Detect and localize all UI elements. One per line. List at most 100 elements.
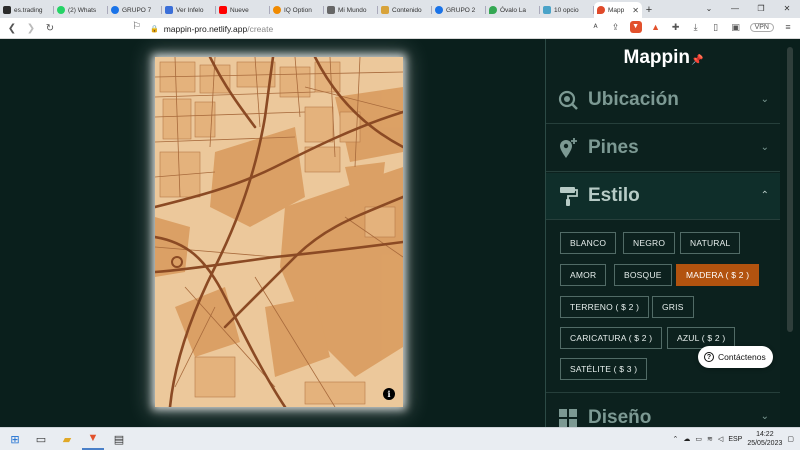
window-controls: ⌄ — ❐ ✕ [696, 0, 800, 16]
style-option-terreno[interactable]: TERRENO ( $ 2 ) [560, 296, 650, 318]
style-option-satelite[interactable]: SATÉLITE ( $ 3 ) [560, 358, 648, 380]
style-option-negro[interactable]: NEGRO [623, 232, 676, 254]
clock-date: 25/05/2023 [747, 440, 783, 447]
browser-tab[interactable]: Nueve [216, 2, 270, 18]
browser-tab[interactable]: IQ Option [270, 2, 324, 18]
share-icon[interactable]: ⇪ [610, 22, 622, 33]
url-host: mappin-pro.netlify.app [163, 23, 248, 34]
translate-icon[interactable]: ᴬ [590, 22, 602, 32]
chevron-down-icon: ⌄ [760, 142, 769, 153]
back-icon[interactable]: ❮ [5, 21, 19, 35]
app-logo: Mappin📌 [546, 47, 781, 69]
app-window-icon[interactable]: ▤ [108, 428, 130, 450]
browser-tab[interactable]: 10 opcio [540, 2, 594, 18]
url-field[interactable]: 🔒 mappin-pro.netlify.app/create [150, 21, 550, 36]
browser-tab[interactable]: Mi Mundo [324, 2, 378, 18]
clock-time: 14:22 [756, 431, 774, 438]
browser-tab[interactable]: Contenido [378, 2, 432, 18]
section-label: Ubicación [588, 89, 679, 110]
vpn-button[interactable]: VPN [749, 22, 774, 32]
display-icon[interactable]: ▭ [695, 435, 702, 443]
cloud-icon[interactable]: ☁ [683, 435, 690, 443]
tab-label: (2) Whats [68, 6, 97, 14]
section-label: Diseño [588, 406, 652, 428]
browser-tab[interactable]: (2) Whats [54, 2, 108, 18]
wifi-icon[interactable]: ≋ [707, 435, 713, 443]
map-illustration [155, 57, 403, 407]
extensions-icon[interactable]: ✚ [670, 22, 682, 33]
menu-icon[interactable]: ≡ [782, 22, 794, 32]
task-view-icon[interactable]: ▭ [30, 428, 52, 450]
add-pin-icon [556, 136, 580, 160]
pin-icon: 📌 [691, 55, 704, 66]
brave-browser-icon[interactable]: ▼ [82, 428, 104, 450]
browser-tab-active[interactable]: Mapp ✕ [594, 2, 642, 18]
tab-favicon-icon [165, 6, 173, 14]
windows-start-icon[interactable]: ⊞ [4, 428, 26, 450]
notifications-icon[interactable]: ▢ [787, 435, 794, 443]
volume-icon[interactable]: ◁ [718, 435, 723, 443]
contact-label: Contáctenos [718, 352, 766, 362]
location-search-icon [556, 88, 580, 112]
wallet-icon[interactable]: ▣ [730, 22, 742, 33]
page-content: i Mappin📌 Ubicación ⌄ Pines ⌄ Estilo ⌃ B… [0, 39, 800, 427]
maximize-icon[interactable]: ❐ [748, 0, 774, 16]
tab-label: Ver Infelo [176, 6, 204, 14]
style-option-amor[interactable]: AMOR [560, 264, 607, 286]
style-option-bosque[interactable]: BOSQUE [614, 264, 672, 286]
close-icon[interactable]: ✕ [774, 0, 800, 16]
brave-shield-icon[interactable]: ▼ [629, 21, 642, 33]
browser-tab[interactable]: Ver Infelo [162, 2, 216, 18]
brave-rewards-icon[interactable]: ▲ [650, 22, 662, 32]
scrollbar-thumb[interactable] [787, 47, 793, 332]
chevron-down-icon[interactable]: ⌄ [696, 0, 722, 16]
tab-label: es.trading [14, 6, 43, 14]
help-icon: ? [704, 352, 714, 362]
tab-label: GRUPO 7 [122, 6, 152, 14]
file-explorer-icon[interactable]: ▰ [56, 428, 78, 450]
browser-tab[interactable]: GRUPO 7 [108, 2, 162, 18]
download-icon[interactable]: ⤓ [690, 22, 702, 33]
tab-favicon-icon [435, 6, 443, 14]
minimize-icon[interactable]: — [722, 0, 748, 16]
style-option-caricatura[interactable]: CARICATURA ( $ 2 ) [560, 327, 663, 349]
forward-icon[interactable]: ❯ [24, 21, 38, 35]
language-indicator[interactable]: ESP [728, 436, 742, 443]
close-tab-icon[interactable]: ✕ [632, 6, 639, 15]
chevron-up-icon: ⌃ [760, 190, 769, 201]
bookmark-icon[interactable]: ⚐ [132, 21, 141, 32]
chevron-up-icon[interactable]: ⌃ [673, 435, 679, 443]
sidebar-icon[interactable]: ▯ [710, 22, 722, 33]
tab-favicon-icon [273, 6, 281, 14]
browser-tab[interactable]: Óvalo La [486, 2, 540, 18]
windows-taskbar: ⊞ ▭ ▰ ▼ ▤ ⌃ ☁ ▭ ≋ ◁ ESP 14:22 25/05/2023 … [0, 427, 800, 450]
tab-label: GRUPO 2 [446, 6, 476, 14]
section-label: Estilo [588, 185, 640, 206]
section-diseno[interactable]: Diseño ⌄ [546, 394, 781, 427]
style-option-gris[interactable]: GRIS [652, 296, 694, 318]
tab-favicon-icon [219, 6, 227, 14]
section-pines[interactable]: Pines ⌄ [546, 125, 781, 172]
tab-favicon-icon [3, 6, 11, 14]
browser-toolbar: ᴬ ⇪ ▼ ▲ ✚ ⤓ ▯ ▣ VPN ≡ [590, 21, 794, 33]
info-icon[interactable]: i [383, 388, 395, 400]
tab-favicon-icon [381, 6, 389, 14]
new-tab-button[interactable]: + [642, 2, 656, 18]
tab-favicon-icon [111, 6, 119, 14]
tab-label: Nueve [230, 6, 249, 14]
browser-tab[interactable]: es.trading [0, 2, 54, 18]
tab-label: Óvalo La [500, 6, 527, 14]
reload-icon[interactable]: ↻ [43, 21, 57, 35]
browser-tab[interactable]: GRUPO 2 [432, 2, 486, 18]
style-option-madera[interactable]: MADERA ( $ 2 ) [676, 264, 760, 286]
section-ubicacion[interactable]: Ubicación ⌄ [546, 77, 781, 124]
browser-tab-strip: es.trading (2) Whats GRUPO 7 Ver Infelo … [0, 0, 800, 18]
contact-button[interactable]: ? Contáctenos [698, 346, 773, 368]
chevron-down-icon: ⌄ [760, 411, 769, 422]
section-estilo[interactable]: Estilo ⌃ [546, 173, 781, 220]
page-scrollbar[interactable] [780, 39, 800, 427]
style-option-natural[interactable]: NATURAL [680, 232, 741, 254]
map-preview[interactable]: i [155, 57, 403, 407]
clock[interactable]: 14:22 25/05/2023 [747, 430, 782, 448]
style-option-blanco[interactable]: BLANCO [560, 232, 617, 254]
